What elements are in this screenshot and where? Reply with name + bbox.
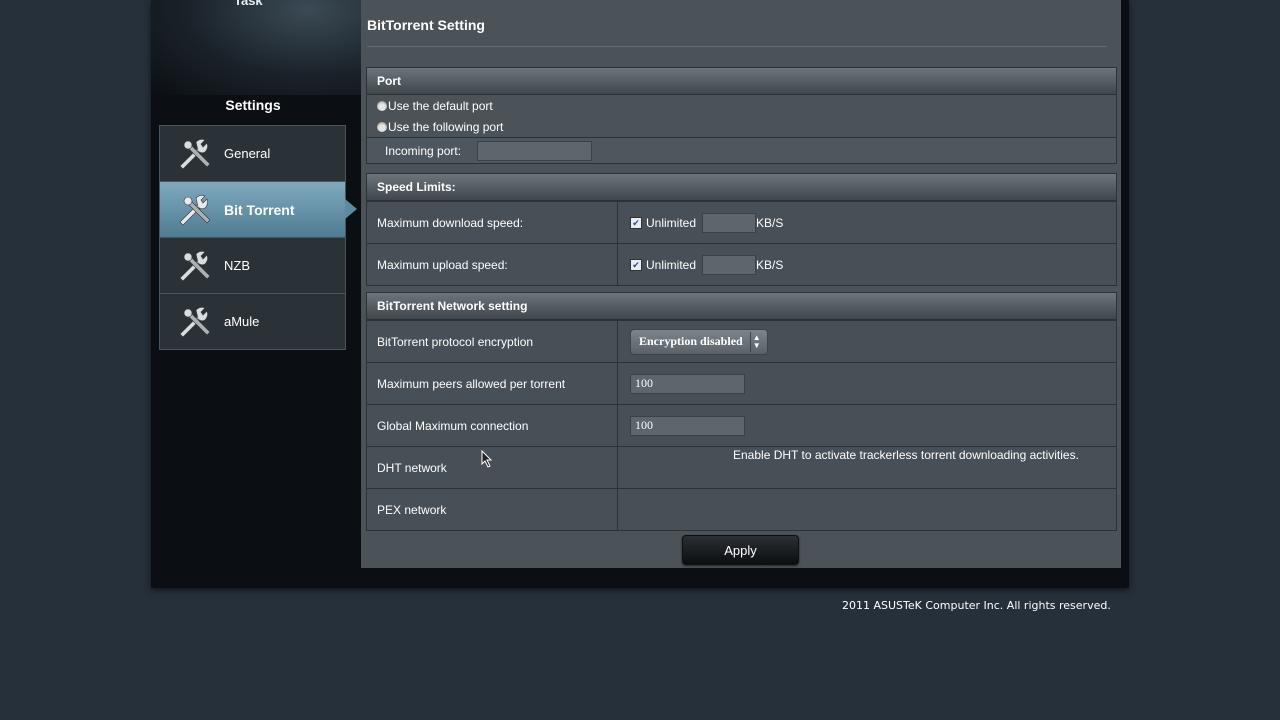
encryption-label: BitTorrent protocol encryption (367, 321, 618, 362)
section-heading: BitTorrent Network setting (367, 293, 1116, 320)
sidebar-item-nzb[interactable]: NZB (159, 237, 346, 293)
tools-icon (176, 302, 216, 342)
radio-label: Use the default port (388, 98, 493, 113)
encryption-value: Encryption disabled (639, 334, 743, 348)
settings-title: Settings (225, 97, 281, 113)
global-connection-row: Global Maximum connection (367, 404, 1116, 446)
tools-icon (176, 246, 216, 286)
settings-menu: General Bit Torrent NZB aMule (159, 125, 357, 350)
section-heading: Port (367, 68, 1116, 95)
peers-input[interactable] (630, 373, 745, 394)
radio-button[interactable] (377, 100, 387, 111)
unlimited-label: Unlimited (646, 215, 697, 230)
sidebar-item-label: Bit Torrent (224, 201, 295, 218)
unlimited-label: Unlimited (646, 257, 697, 272)
sidebar-item-amule[interactable]: aMule (159, 293, 346, 350)
network-section: BitTorrent Network setting BitTorrent pr… (366, 292, 1117, 531)
sidebar-item-bit-torrent[interactable]: Bit Torrent (159, 181, 357, 237)
download-speed-input[interactable] (702, 212, 757, 233)
unlimited-download-checkbox[interactable]: ✔ (630, 216, 642, 229)
incoming-port-row: Incoming port: (367, 137, 1116, 163)
radio-label: Use the following port (388, 119, 504, 134)
dht-tooltip: Enable DHT to activate trackerless torre… (733, 448, 1079, 462)
sidebar-item-label: aMule (224, 314, 260, 329)
apply-button[interactable]: Apply (682, 535, 799, 565)
upload-speed-input[interactable] (702, 254, 757, 275)
mouse-cursor-icon (481, 450, 493, 468)
port-section: Port Use the default port Use the follow… (366, 67, 1117, 164)
peers-label: Maximum peers allowed per torrent (367, 363, 618, 404)
incoming-port-label: Incoming port: (385, 143, 462, 158)
unlimited-upload-checkbox[interactable]: ✔ (630, 258, 642, 271)
unit-label: KB/S (756, 257, 784, 272)
tools-icon (176, 190, 216, 230)
main-panel: BitTorrent Setting Port Use the default … (361, 0, 1121, 568)
radio-default-port[interactable]: Use the default port (367, 95, 1116, 116)
download-speed-label: Maximum download speed: (367, 202, 618, 243)
tools-icon (176, 134, 216, 174)
title-divider (367, 46, 1107, 47)
copyright: 2011 ASUSTeK Computer Inc. All rights re… (842, 599, 1111, 612)
pex-label: PEX network (367, 489, 618, 530)
sidebar-item-label: NZB (224, 258, 250, 273)
peers-row: Maximum peers allowed per torrent (367, 362, 1116, 404)
incoming-port-input[interactable] (477, 140, 592, 161)
encryption-select[interactable]: Encryption disabled ▲ ▼ (630, 328, 768, 355)
sidebar-banner (151, 0, 361, 95)
sidebar-item-label: General (224, 146, 271, 161)
pex-row: PEX network (367, 488, 1116, 530)
task-label[interactable]: Task (234, 0, 263, 8)
download-speed-row: Maximum download speed: ✔ Unlimited KB/S (367, 201, 1116, 243)
speed-limits-section: Speed Limits: Maximum download speed: ✔ … (366, 173, 1117, 286)
global-connection-label: Global Maximum connection (367, 405, 618, 446)
section-heading: Speed Limits: (367, 174, 1116, 201)
upload-speed-row: Maximum upload speed: ✔ Unlimited KB/S (367, 243, 1116, 285)
global-connection-input[interactable] (630, 415, 745, 436)
page-title: BitTorrent Setting (367, 17, 485, 33)
encryption-row: BitTorrent protocol encryption Encryptio… (367, 320, 1116, 362)
radio-button[interactable] (377, 121, 387, 132)
select-arrows-icon: ▲ ▼ (749, 331, 763, 352)
upload-speed-label: Maximum upload speed: (367, 244, 618, 285)
unit-label: KB/S (756, 215, 784, 230)
pex-value (618, 489, 1116, 530)
sidebar-item-general[interactable]: General (159, 125, 346, 181)
radio-following-port[interactable]: Use the following port (367, 116, 1116, 137)
